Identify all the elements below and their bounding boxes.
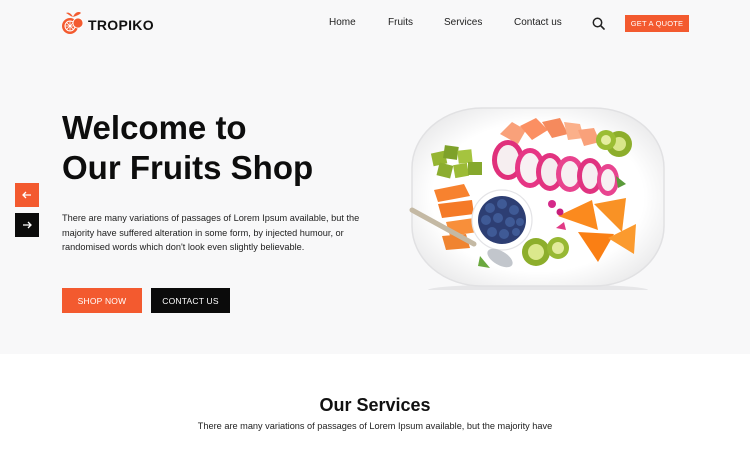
search-icon[interactable] [592,17,605,30]
nav-item-home[interactable]: Home [329,17,356,28]
arrow-right-icon [23,221,32,229]
get-a-quote-button[interactable]: GET A QUOTE [625,15,689,32]
nav-item-services[interactable]: Services [444,17,482,28]
slider-next-button[interactable] [15,213,39,237]
nav-item-fruits[interactable]: Fruits [388,17,413,28]
slider-prev-button[interactable] [15,183,39,207]
nav-item-contact-us[interactable]: Contact us [514,17,562,28]
hero-description: There are many variations of passages of… [62,213,360,252]
shop-now-button[interactable]: SHOP NOW [62,288,142,313]
hero-title-line-1: Welcome to [62,109,247,146]
contact-us-button[interactable]: CONTACT US [151,288,230,313]
services-description: There are many variations of passages of… [197,421,553,431]
hero-title-line-2: Our Fruits Shop [62,149,314,186]
fruit-plate-image [409,107,665,290]
services-title: Our Services [319,395,431,415]
hero-title: Welcome to Our Fruits Shop [62,108,313,188]
arrow-left-icon [22,191,31,199]
